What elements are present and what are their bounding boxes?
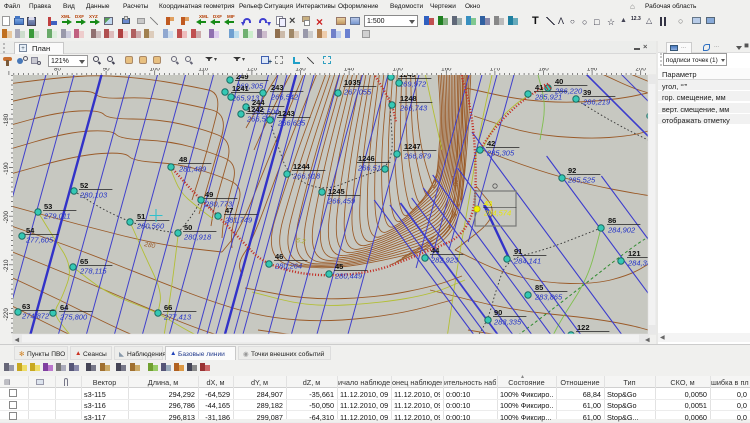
svg-text:283,865: 283,865 — [534, 293, 563, 302]
svg-text:65: 65 — [80, 257, 88, 266]
svg-text:1245: 1245 — [328, 187, 345, 196]
svg-text:277,413: 277,413 — [163, 313, 192, 322]
svg-text:285,525: 285,525 — [567, 176, 596, 185]
svg-text:-180: -180 — [3, 113, 10, 126]
svg-text:280,103: 280,103 — [79, 191, 108, 200]
svg-text:1244: 1244 — [293, 162, 311, 171]
svg-text:54: 54 — [26, 226, 35, 235]
svg-text:280,264: 280,264 — [274, 262, 302, 271]
svg-text:86: 86 — [608, 216, 616, 225]
svg-text:274,872: 274,872 — [21, 312, 50, 321]
svg-text:280,918: 280,918 — [183, 233, 212, 242]
svg-text:66: 66 — [164, 303, 172, 312]
svg-text:◀: ◀ — [645, 338, 650, 344]
svg-text:286,220: 286,220 — [554, 87, 583, 96]
svg-text:1247: 1247 — [404, 142, 421, 151]
svg-text:280,449: 280,449 — [334, 272, 363, 281]
svg-text:266,879: 266,879 — [403, 152, 432, 161]
svg-text:1035: 1035 — [344, 78, 361, 87]
svg-text:-200: -200 — [3, 210, 10, 223]
svg-text:279,011: 279,011 — [43, 212, 71, 221]
svg-text:-220: -220 — [3, 308, 10, 321]
svg-text:-210: -210 — [3, 259, 10, 272]
svg-text:92: 92 — [568, 166, 576, 175]
svg-text:45: 45 — [335, 262, 343, 271]
svg-text:267,055: 267,055 — [343, 88, 372, 97]
svg-text:39: 39 — [583, 88, 591, 97]
svg-text:43: 43 — [484, 199, 492, 208]
svg-text:-190: -190 — [3, 162, 10, 175]
svg-text:47: 47 — [225, 206, 233, 215]
svg-text:◀: ◀ — [15, 338, 20, 344]
svg-text:1246: 1246 — [358, 154, 375, 163]
svg-text:266,542: 266,542 — [270, 93, 299, 102]
svg-text:280,560: 280,560 — [136, 222, 165, 231]
svg-text:46: 46 — [275, 252, 283, 261]
svg-text:1248: 1248 — [400, 94, 417, 103]
svg-text:90: 90 — [494, 308, 502, 317]
svg-text:53: 53 — [44, 202, 52, 211]
svg-text:275,800: 275,800 — [59, 313, 88, 322]
svg-text:1243: 1243 — [278, 109, 295, 118]
svg-text:281,489: 281,489 — [178, 165, 207, 174]
svg-text:283,335: 283,335 — [493, 318, 522, 327]
svg-text:51: 51 — [137, 212, 145, 221]
svg-text:266,459: 266,459 — [327, 197, 356, 206]
svg-text:285,305: 285,305 — [486, 149, 515, 158]
svg-text:284,902: 284,902 — [607, 226, 636, 235]
svg-text:91: 91 — [514, 247, 522, 256]
svg-text:41: 41 — [535, 83, 543, 92]
svg-text:52: 52 — [80, 181, 88, 190]
svg-text:281,749: 281,749 — [224, 216, 253, 225]
svg-text:282,923: 282,923 — [430, 256, 459, 265]
svg-text:49: 49 — [205, 190, 213, 199]
svg-text:63: 63 — [22, 302, 30, 311]
svg-text:266,625: 266,625 — [277, 119, 306, 128]
svg-text:40: 40 — [555, 77, 563, 86]
svg-text:42: 42 — [487, 139, 495, 148]
svg-text:64: 64 — [60, 303, 69, 312]
svg-text:284,574: 284,574 — [483, 209, 511, 218]
svg-text:1242: 1242 — [247, 105, 264, 114]
svg-text:243: 243 — [271, 83, 284, 92]
svg-text:48: 48 — [179, 155, 187, 164]
svg-text:266,743: 266,743 — [399, 104, 428, 113]
svg-text:286,219: 286,219 — [582, 98, 611, 107]
svg-text:277,605: 277,605 — [25, 236, 54, 245]
svg-text:266,918: 266,918 — [292, 172, 321, 181]
svg-text:121: 121 — [628, 249, 641, 258]
svg-text:278,115: 278,115 — [79, 267, 107, 276]
svg-text:50: 50 — [184, 223, 192, 232]
svg-text:85: 85 — [535, 283, 543, 292]
svg-text:284,141: 284,141 — [513, 257, 541, 266]
svg-text:44: 44 — [431, 246, 440, 255]
svg-text:122: 122 — [577, 323, 590, 332]
svg-text:1241: 1241 — [232, 84, 249, 93]
